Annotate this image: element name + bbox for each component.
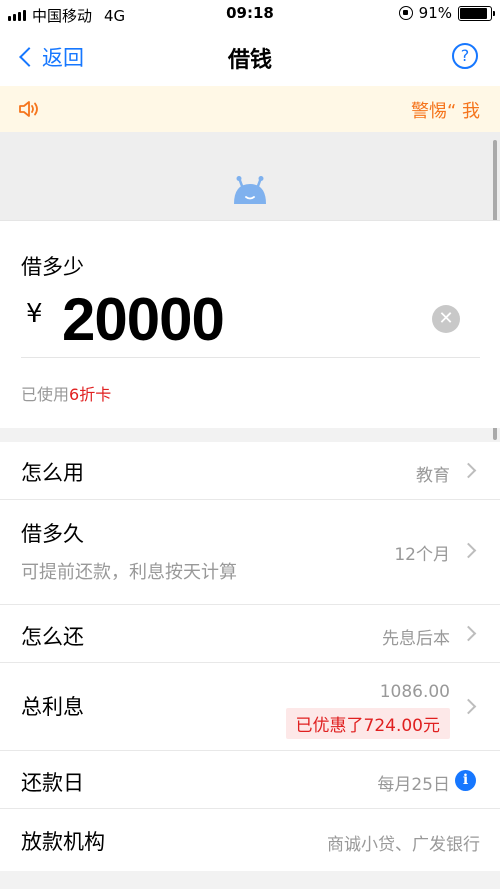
usage-value: 教育	[416, 466, 450, 486]
term-note: 可提前还款，利息按天计算	[21, 562, 237, 583]
list-item-interest[interactable]: 总利息 1086.00 已优惠了724.00元	[0, 663, 500, 751]
usage-label: 怎么用	[21, 461, 84, 485]
lender-value: 商诚小贷、广发银行	[327, 835, 480, 855]
status-right: 91%	[398, 4, 495, 22]
info-icon[interactable]: i	[455, 770, 476, 791]
amount-input[interactable]: 20000	[62, 285, 225, 354]
list-item-repay-day[interactable]: 还款日 每月25日 i	[0, 751, 500, 809]
banner	[0, 132, 500, 220]
term-value: 12个月	[394, 545, 450, 565]
coupon-prefix: 已使用	[21, 385, 70, 404]
help-icon[interactable]: ?	[452, 43, 478, 69]
battery-icon	[458, 5, 495, 21]
term-label: 借多久	[21, 522, 84, 546]
list-item-repay[interactable]: 怎么还 先息后本	[0, 605, 500, 663]
notice-bar[interactable]: 警惕“ 我	[0, 86, 500, 132]
repay-day-label: 还款日	[21, 771, 84, 795]
battery-percent: 91%	[418, 4, 452, 22]
nav-bar: 返回 借钱 ?	[0, 28, 500, 86]
coupon-info[interactable]: 已使用6折卡	[21, 381, 111, 405]
currency-symbol: ¥	[26, 299, 43, 329]
rotation-lock-icon	[398, 6, 413, 20]
repay-day-value: 每月25日	[377, 775, 450, 795]
chevron-right-icon	[460, 462, 477, 479]
amount-card: 借多少 ¥ 20000 ✕ 已使用6折卡	[0, 220, 500, 428]
speaker-icon	[19, 101, 38, 117]
amount-label: 借多少	[21, 255, 84, 279]
page-title: 借钱	[227, 48, 272, 73]
chevron-right-icon	[460, 542, 477, 559]
discount-badge: 已优惠了724.00元	[285, 708, 450, 739]
mascot-icon	[234, 176, 266, 204]
list-item-usage[interactable]: 怎么用 教育	[0, 442, 500, 500]
notice-text: 警惕“ 我	[410, 101, 480, 122]
coupon-highlight: 6折卡	[69, 385, 112, 404]
list-item-lender: 放款机构 商诚小贷、广发银行	[0, 809, 500, 871]
chevron-right-icon	[460, 625, 477, 642]
lender-label: 放款机构	[21, 830, 105, 854]
repay-label: 怎么还	[21, 625, 84, 649]
list-item-term[interactable]: 借多久 可提前还款，利息按天计算 12个月	[0, 500, 500, 605]
status-bar: 中国移动 4G 09:18 91%	[0, 0, 500, 28]
repay-value: 先息后本	[382, 629, 450, 649]
interest-label: 总利息	[21, 695, 84, 719]
interest-value: 1086.00	[379, 682, 450, 702]
loan-options-list: 怎么用 教育 借多久 可提前还款，利息按天计算 12个月 怎么还 先息后本 总利…	[0, 442, 500, 871]
clear-icon[interactable]: ✕	[432, 305, 460, 333]
chevron-right-icon	[460, 698, 477, 715]
divider	[21, 357, 480, 358]
